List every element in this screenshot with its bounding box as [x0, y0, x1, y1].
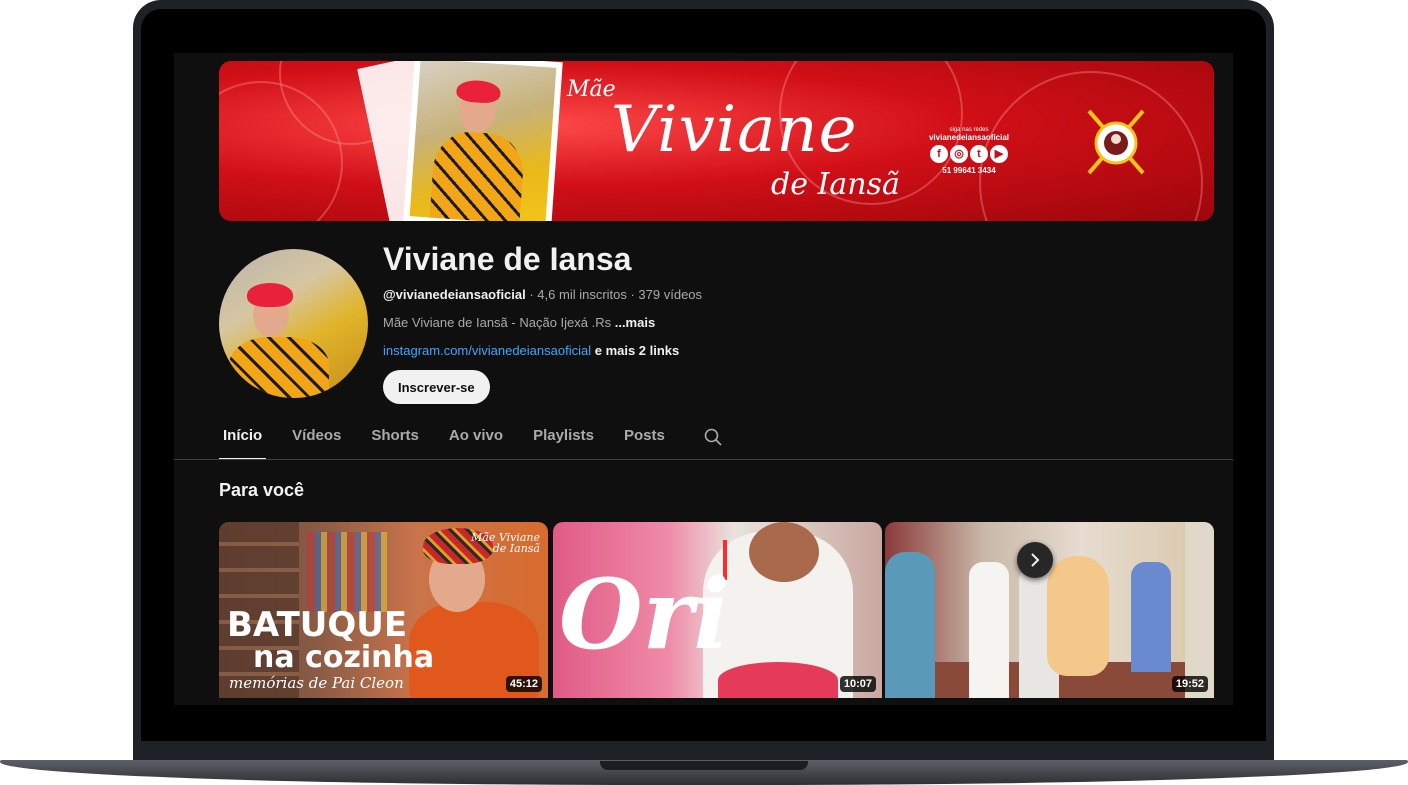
video-duration: 19:52: [1171, 676, 1208, 692]
description-more-link[interactable]: ...mais: [615, 315, 655, 330]
twitter-icon: t: [970, 145, 988, 163]
facebook-icon: f: [930, 145, 948, 163]
channel-banner: Mãe Viviane de Iansã siga nas redes vivi…: [219, 61, 1214, 221]
laptop-notch: [600, 761, 808, 770]
banner-social-handle: vivianedeiansaoficial: [928, 133, 1010, 142]
video-duration: 10:07: [839, 676, 876, 692]
channel-handle: @vivianedeiansaoficial: [383, 287, 526, 302]
banner-seal-icon: [1087, 109, 1145, 175]
thumbnail-text-line1: BATUQUE: [227, 605, 408, 645]
thumbnail-text-ori: Ori: [559, 558, 730, 671]
banner-text-sub: de Iansã: [771, 167, 900, 202]
shelf-next-button[interactable]: [1017, 542, 1053, 578]
chevron-right-icon: [1031, 553, 1040, 567]
thumbnail-brand: Mãe Viviane de Iansã: [471, 531, 540, 555]
banner-text-mae: Mãe: [567, 77, 616, 102]
channel-description-text: Mãe Viviane de Iansã - Nação Ijexá .Rs: [383, 315, 615, 330]
channel-meta: @vivianedeiansaoficial · 4,6 mil inscrit…: [383, 287, 702, 302]
video-thumbnail[interactable]: Mãe Viviane de Iansã BATUQUE na cozinha m…: [219, 522, 548, 698]
channel-links: instagram.com/vivianedeiansaoficial e ma…: [383, 343, 679, 358]
youtube-channel-page: Mãe Viviane de Iansã siga nas redes vivi…: [174, 53, 1233, 705]
search-icon[interactable]: [703, 427, 723, 447]
tab-inicio[interactable]: Início: [219, 423, 267, 460]
channel-tabs: Início Vídeos Shorts Ao vivo Playlists P…: [219, 423, 723, 460]
tab-shorts[interactable]: Shorts: [367, 423, 423, 458]
video-thumbnail[interactable]: Ori 10:07: [553, 522, 882, 698]
tab-videos[interactable]: Vídeos: [288, 423, 345, 458]
tab-ao-vivo[interactable]: Ao vivo: [445, 423, 507, 458]
channel-title: Viviane de Iansa: [383, 241, 632, 277]
instagram-link[interactable]: instagram.com/vivianedeiansaoficial: [383, 343, 591, 358]
banner-social-block: siga nas redes vivianedeiansaoficial f ◎…: [924, 127, 1014, 175]
tabs-divider: [174, 459, 1233, 460]
banner-text-name: Viviane: [611, 93, 858, 167]
thumbnail-text-line2: na cozinha: [253, 640, 435, 675]
banner-photo: [403, 61, 563, 221]
video-duration: 45:12: [505, 676, 542, 692]
channel-avatar[interactable]: [219, 249, 368, 398]
subscribe-button[interactable]: Inscrever-se: [383, 370, 490, 404]
section-title: Para você: [219, 480, 305, 500]
channel-description[interactable]: Mãe Viviane de Iansã - Nação Ijexá .Rs .…: [383, 315, 655, 330]
instagram-icon: ◎: [950, 145, 968, 163]
tab-playlists[interactable]: Playlists: [529, 423, 598, 458]
youtube-icon: ▶: [990, 145, 1008, 163]
thumbnail-text-line3: memórias de Pai Cleon: [229, 674, 404, 692]
channel-stats: · 4,6 mil inscritos · 379 vídeos: [525, 287, 703, 302]
more-links-link[interactable]: e mais 2 links: [591, 343, 680, 358]
tab-posts[interactable]: Posts: [620, 423, 669, 458]
banner-phone: 51 99641 3434: [942, 166, 996, 175]
video-shelf: Mãe Viviane de Iansã BATUQUE na cozinha m…: [219, 522, 1214, 698]
